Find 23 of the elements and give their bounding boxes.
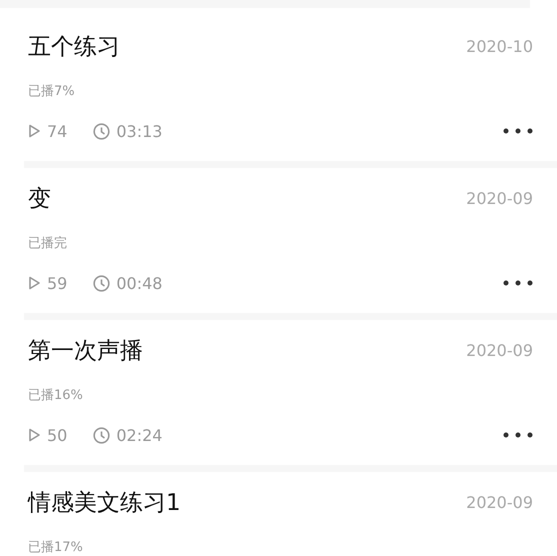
play-icon xyxy=(28,428,41,442)
episode-date: 2020-09 xyxy=(466,188,533,210)
play-count: 74 xyxy=(47,122,68,140)
play-count: 59 xyxy=(47,274,68,292)
more-icon[interactable] xyxy=(503,128,533,134)
duration: 03:13 xyxy=(116,122,162,140)
play-count: 50 xyxy=(47,426,68,444)
play-icon xyxy=(28,124,41,138)
episode-title[interactable]: 变 xyxy=(28,182,51,216)
more-icon[interactable] xyxy=(503,432,533,438)
duration: 02:24 xyxy=(116,426,162,444)
clock-icon xyxy=(93,274,110,292)
more-icon[interactable] xyxy=(503,280,533,286)
episode-date: 2020-10 xyxy=(466,36,533,58)
episode-title[interactable]: 情感美文练习1 xyxy=(28,486,181,520)
episode-date: 2020-09 xyxy=(466,340,533,362)
clock-icon xyxy=(93,426,110,444)
episode-title[interactable]: 五个练习 xyxy=(28,30,120,64)
duration: 00:48 xyxy=(116,274,162,292)
clock-icon xyxy=(93,122,110,140)
episode-date: 2020-09 xyxy=(466,492,533,514)
episode-title[interactable]: 第一次声播 xyxy=(28,334,143,368)
play-icon xyxy=(28,276,41,290)
